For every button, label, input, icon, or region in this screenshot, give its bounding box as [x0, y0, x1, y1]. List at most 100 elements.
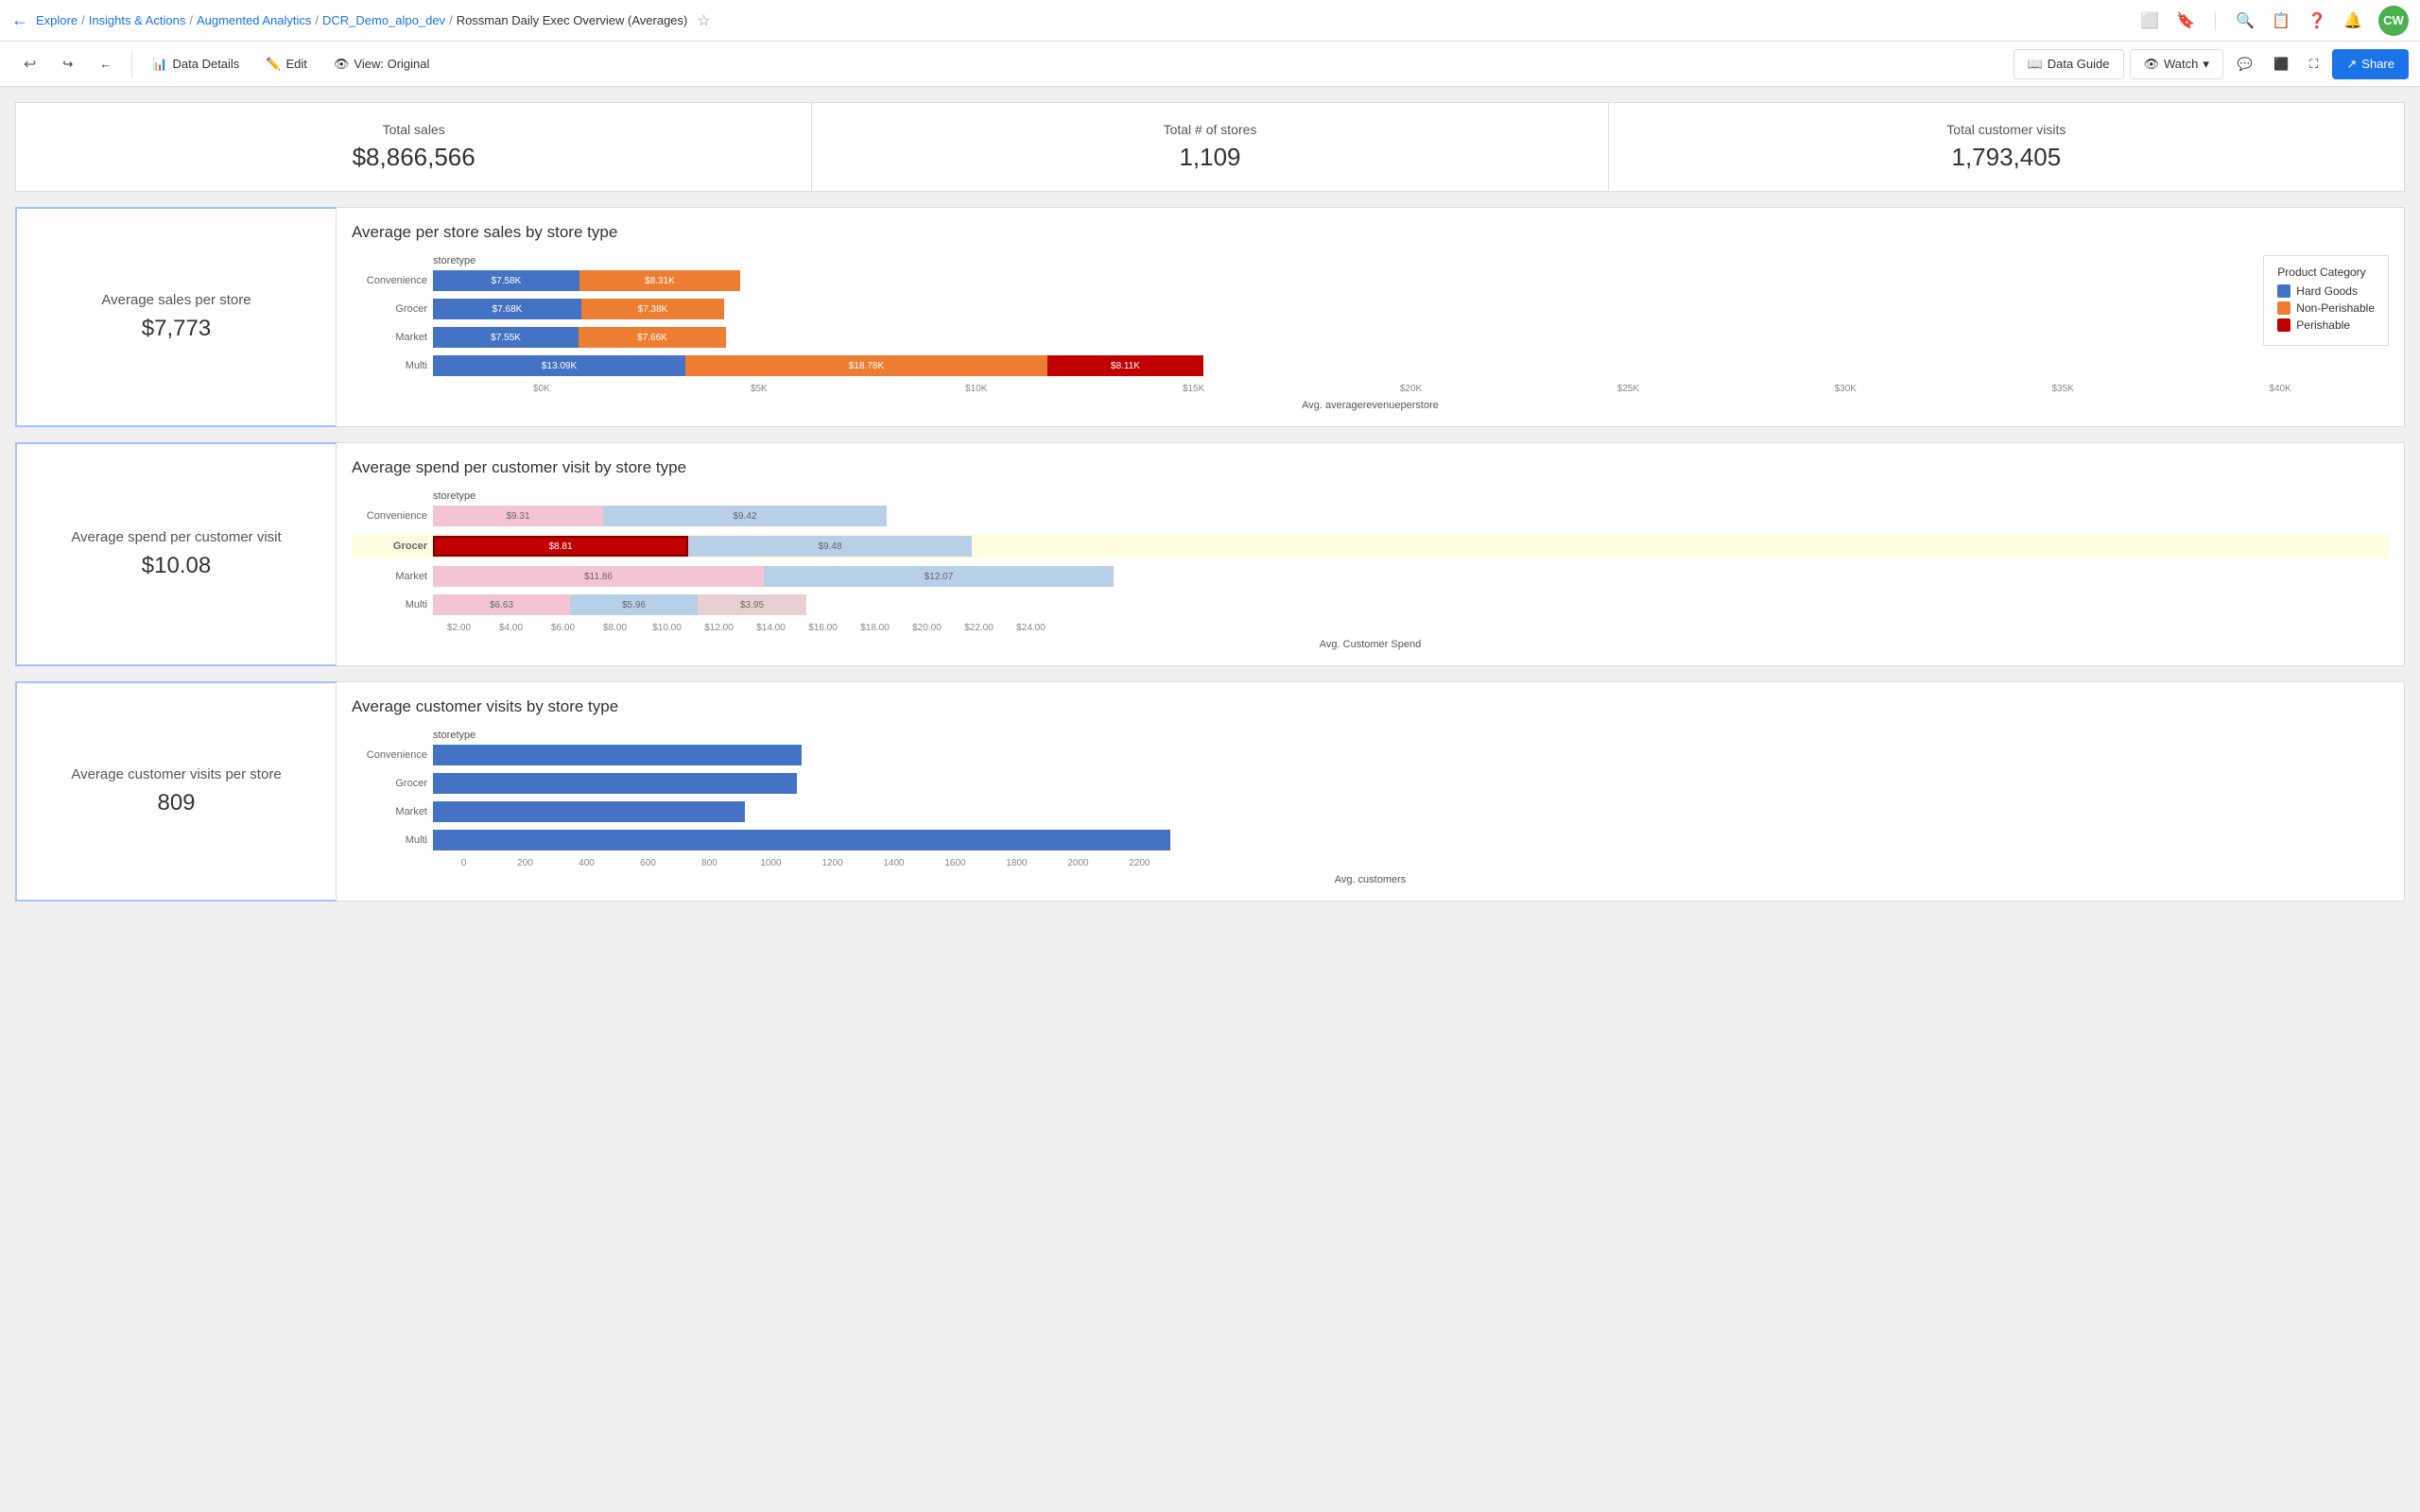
legend-dot-nonperish: [2277, 301, 2290, 315]
chart2-right-panel: Average spend per customer visit by stor…: [337, 442, 2405, 666]
chart2-title: Average spend per customer visit by stor…: [352, 458, 2389, 477]
breadcrumb: Explore / Insights & Actions / Augmented…: [36, 11, 2139, 30]
view-original-label: View: Original: [354, 57, 429, 71]
notifications-icon[interactable]: 🔔: [2342, 10, 2363, 31]
chart1-right-panel: Average per store sales by store type Pr…: [337, 207, 2405, 427]
sp-seg-multi-1: $6.63: [433, 594, 570, 615]
clipboard-icon[interactable]: 📋: [2271, 10, 2291, 31]
sp-label-multi: Multi: [352, 599, 427, 610]
chart3-title: Average customer visits by store type: [352, 697, 2389, 716]
view-icon: 👁: [334, 57, 350, 72]
redo-button[interactable]: ↪: [50, 50, 85, 78]
chart1-left-value: $7,773: [142, 316, 211, 342]
bar-seg-multi-2: $18.78K: [685, 355, 1047, 376]
chart2-bar-multi: Multi $6.63 $5.96 $3.95: [352, 594, 2389, 615]
kpi-total-stores-label: Total # of stores: [1164, 122, 1257, 137]
legend-title: Product Category: [2277, 266, 2375, 279]
share-icon: ↗: [2346, 57, 2357, 72]
sp-label-convenience: Convenience: [352, 510, 427, 522]
sp-seg-market-1: $11.86: [433, 566, 764, 587]
chart2-left-label: Average spend per customer visit: [71, 529, 281, 545]
breadcrumb-augmented[interactable]: Augmented Analytics: [197, 13, 311, 27]
sp-label-grocer: Grocer: [352, 541, 427, 552]
kpi-total-sales-value: $8,866,566: [353, 143, 475, 172]
bar-segs-multi: $13.09K $18.78K $8.11K: [433, 355, 1203, 376]
bar-segs-market: $7.55K $7.66K: [433, 327, 726, 348]
undo-button[interactable]: ↩: [11, 48, 48, 80]
help-icon[interactable]: ❓: [2307, 10, 2327, 31]
chart2-bar-convenience: Convenience $9.31 $9.42: [352, 506, 2389, 526]
back-button[interactable]: ←: [11, 10, 28, 30]
chart3-bar-market: Market: [352, 801, 2389, 822]
cv-bar-market: [433, 801, 745, 822]
legend-perishable: Perishable: [2277, 318, 2375, 332]
chart1-bar-multi: Multi $13.09K $18.78K $8.11K: [352, 355, 2389, 376]
chart1-left-panel: Average sales per store $7,773: [15, 207, 337, 427]
chart1-axis-label: storetype: [352, 255, 2389, 266]
star-icon[interactable]: ☆: [697, 11, 710, 30]
x-tick: $25K: [1519, 384, 1737, 394]
share-label: Share: [2361, 57, 2394, 71]
kpi-total-sales: Total sales $8,866,566: [15, 102, 812, 192]
share-button[interactable]: ↗ Share: [2332, 49, 2409, 79]
view-original-button[interactable]: 👁 View: Original: [321, 50, 441, 78]
chart2-left-panel: Average spend per customer visit $10.08: [15, 442, 337, 666]
bar-seg-multi-3: $8.11K: [1047, 355, 1203, 376]
chart2-row: Average spend per customer visit $10.08 …: [15, 442, 2405, 666]
comment-button[interactable]: 💬: [2229, 50, 2261, 78]
breadcrumb-insights[interactable]: Insights & Actions: [89, 13, 186, 27]
legend-dot-hard: [2277, 284, 2290, 298]
back-nav-button[interactable]: ←: [87, 50, 124, 77]
chart3-left-label: Average customer visits per store: [71, 766, 281, 782]
data-details-button[interactable]: 📊 Data Details: [140, 50, 251, 78]
tablet-icon[interactable]: ⬜: [2139, 10, 2160, 31]
sp-seg-grocer-1: $8.81: [433, 536, 688, 557]
sp-seg-multi-2: $5.96: [570, 594, 698, 615]
toolbar-right: 📖 Data Guide 👁 Watch ▾ 💬 ⬛ ⛶ ↗ Share: [2014, 49, 2409, 79]
legend-dot-perish: [2277, 318, 2290, 332]
legend-label-nonperish: Non-Perishable: [2296, 301, 2375, 315]
cv-label-convenience: Convenience: [352, 749, 427, 761]
toolbar-icon-group: 💬 ⬛ ⛶: [2229, 50, 2326, 78]
bar-seg-multi-1: $13.09K: [433, 355, 685, 376]
kpi-total-visits: Total customer visits 1,793,405: [1609, 102, 2405, 192]
breadcrumb-explore[interactable]: Explore: [36, 13, 78, 27]
chart3-bar-multi: Multi: [352, 830, 2389, 850]
fullscreen-button[interactable]: ⛶: [2301, 50, 2326, 78]
avatar[interactable]: CW: [2378, 6, 2409, 36]
bar-label-grocer: Grocer: [352, 303, 427, 315]
watch-label: Watch: [2164, 57, 2198, 71]
search-icon[interactable]: 🔍: [2235, 10, 2256, 31]
legend-hard-goods: Hard Goods: [2277, 284, 2375, 298]
kpi-total-stores: Total # of stores 1,109: [812, 102, 1608, 192]
x-tick: $10K: [868, 384, 1085, 394]
kpi-total-visits-value: 1,793,405: [1951, 143, 2061, 172]
edit-button[interactable]: ✏️ Edit: [253, 50, 320, 78]
chart2-bar-grocer: Grocer $8.81 $9.48: [352, 534, 2389, 558]
kpi-row: Total sales $8,866,566 Total # of stores…: [15, 102, 2405, 192]
chart3-row: Average customer visits per store 809 Av…: [15, 681, 2405, 902]
chart2-axis-label: storetype: [352, 490, 2389, 502]
toolbar-left: ↩ ↪ ← 📊 Data Details ✏️ Edit 👁 View: Ori…: [11, 48, 441, 80]
breadcrumb-dcr[interactable]: DCR_Demo_alpo_dev: [322, 13, 445, 27]
edit-label: Edit: [286, 57, 307, 71]
chart3-bar-convenience: Convenience: [352, 745, 2389, 765]
chart1-legend: Product Category Hard Goods Non-Perishab…: [2263, 255, 2389, 346]
chart3-bar-grocer: Grocer: [352, 773, 2389, 794]
bookmark-icon[interactable]: 🔖: [2175, 10, 2196, 31]
sp-segs-convenience: $9.31 $9.42: [433, 506, 2389, 526]
watch-icon: 👁: [2144, 57, 2160, 72]
x-tick: $5K: [650, 384, 868, 394]
cv-label-multi: Multi: [352, 834, 427, 846]
data-details-label: Data Details: [173, 57, 240, 71]
chart2-bar-market: Market $11.86 $12.07: [352, 566, 2389, 587]
chart2-x-axis: $2.00 $4.00 $6.00 $8.00 $10.00 $12.00 $1…: [352, 623, 2389, 633]
watch-button[interactable]: 👁 Watch ▾: [2130, 49, 2223, 79]
x-tick: $0K: [433, 384, 650, 394]
bar-label-convenience: Convenience: [352, 275, 427, 286]
chart1-title: Average per store sales by store type: [352, 223, 2389, 242]
legend-label-perish: Perishable: [2296, 318, 2350, 332]
data-guide-button[interactable]: 📖 Data Guide: [2014, 49, 2124, 79]
x-tick: $15K: [1085, 384, 1303, 394]
present-button[interactable]: ⬛: [2265, 50, 2297, 78]
